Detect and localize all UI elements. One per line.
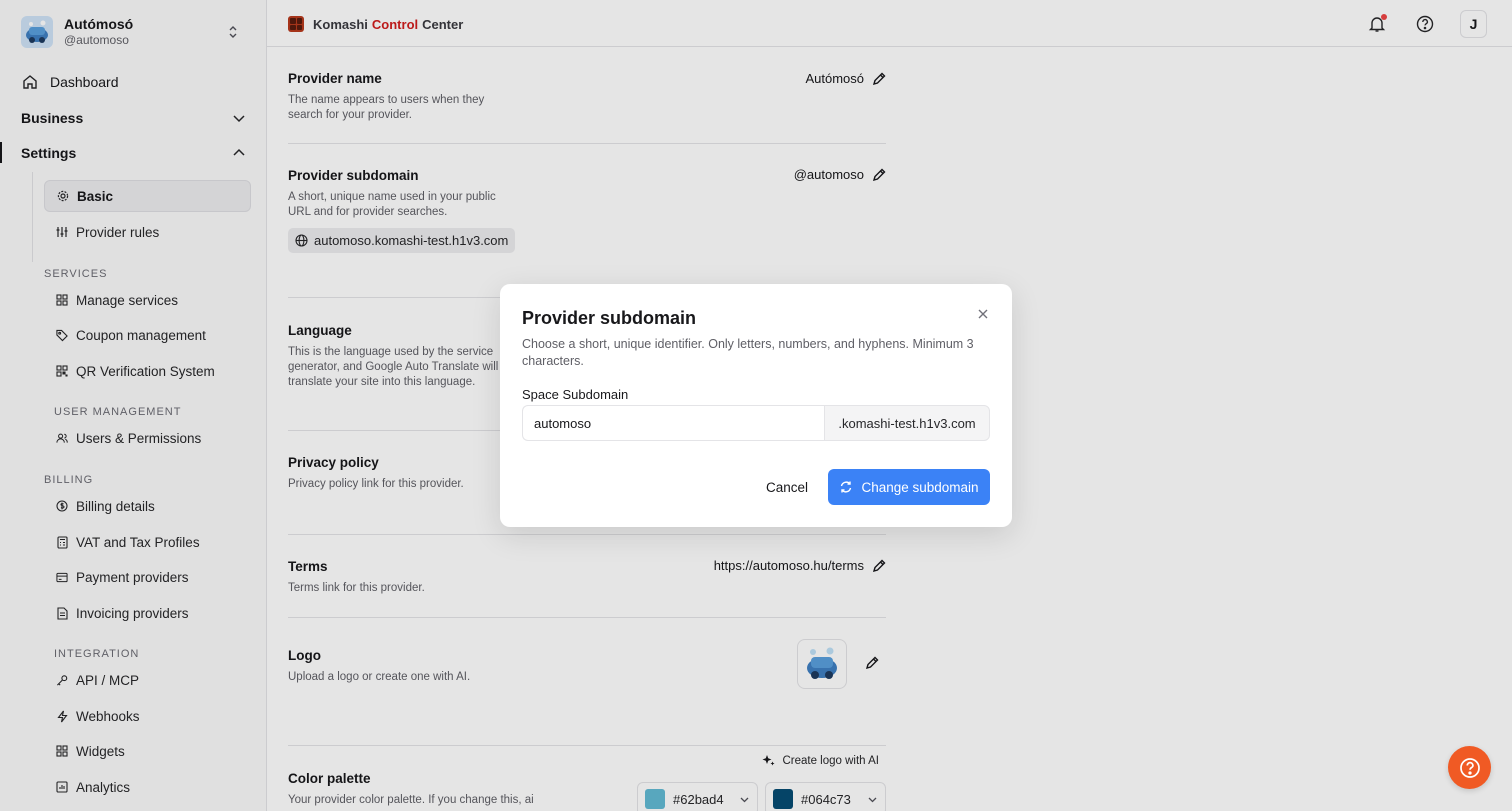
subdomain-field-label: Space Subdomain — [522, 387, 629, 402]
subdomain-input-group: .komashi-test.h1v3.com — [522, 405, 990, 441]
dialog-title: Provider subdomain — [522, 308, 697, 328]
change-subdomain-button[interactable]: Change subdomain — [828, 469, 990, 505]
subdomain-dialog: Provider subdomain Choose a short, uniqu… — [500, 284, 1012, 527]
subdomain-input[interactable] — [522, 405, 824, 441]
close-icon[interactable] — [975, 306, 991, 322]
refresh-icon — [839, 480, 853, 494]
cancel-button[interactable]: Cancel — [754, 470, 820, 505]
change-subdomain-label: Change subdomain — [861, 479, 979, 495]
dialog-description: Choose a short, unique identifier. Only … — [522, 337, 974, 368]
help-circle-icon — [1459, 757, 1481, 779]
subdomain-suffix: .komashi-test.h1v3.com — [824, 405, 990, 441]
help-chat-button[interactable] — [1448, 746, 1491, 789]
